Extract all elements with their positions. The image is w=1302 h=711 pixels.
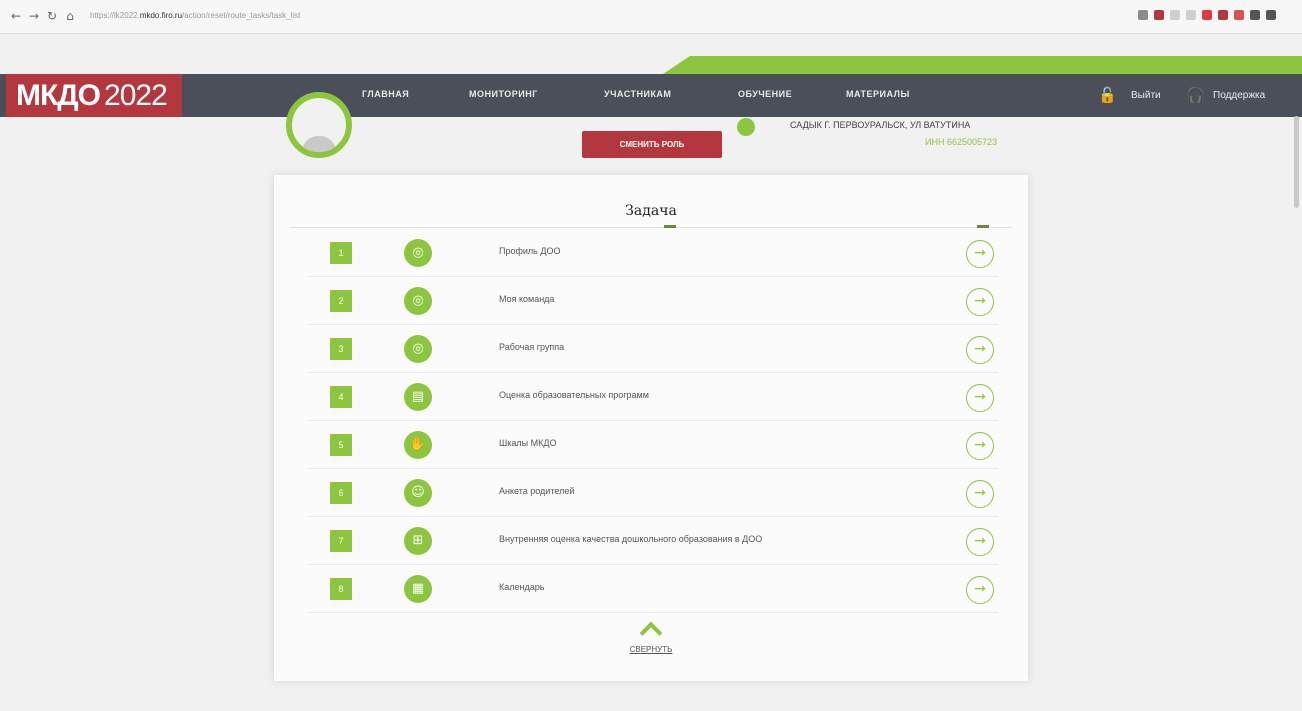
task-number: 8 <box>330 578 352 600</box>
divider <box>290 227 1012 228</box>
collapse-label: СВЕРНУТЬ <box>629 645 673 654</box>
url-path: /action/reset/route_tasks/task_list <box>182 11 301 20</box>
extension-icon[interactable] <box>1154 10 1164 20</box>
arrow-right-icon[interactable]: → <box>966 528 994 556</box>
arrow-right-icon[interactable]: → <box>966 288 994 316</box>
chevron-up-icon <box>639 621 663 645</box>
survey-icon: ☺ <box>404 479 432 507</box>
task-number: 3 <box>330 338 352 360</box>
green-stripe <box>660 56 1302 76</box>
task-label: Рабочая группа <box>499 342 565 352</box>
task-row[interactable]: 6 ☺ Анкета родителей → <box>308 469 998 517</box>
task-number: 4 <box>330 386 352 408</box>
task-number: 5 <box>330 434 352 456</box>
panel-title: Задача <box>625 203 677 219</box>
extension-icon[interactable] <box>1170 10 1180 20</box>
logout-link[interactable]: Выйти <box>1131 90 1161 101</box>
arrow-right-icon[interactable]: → <box>966 240 994 268</box>
arrow-right-icon[interactable]: → <box>966 480 994 508</box>
collapse-button[interactable]: СВЕРНУТЬ <box>598 621 704 661</box>
task-label: Анкета родителей <box>499 486 575 496</box>
arrow-right-icon[interactable]: → <box>966 576 994 604</box>
extension-icon[interactable] <box>1266 10 1276 20</box>
task-label: Оценка образовательных программ <box>499 390 649 400</box>
status-indicator <box>737 118 755 136</box>
scale-icon: ✋ <box>404 431 432 459</box>
task-row[interactable]: 4 ▤ Оценка образовательных программ → <box>308 373 998 421</box>
organization-name: САДЫК Г. ПЕРВОУРАЛЬСК, УЛ ВАТУТИНА <box>790 120 971 130</box>
home-icon[interactable]: ⌂ <box>62 8 78 24</box>
task-row[interactable]: 8 ▦ Календарь → <box>308 565 998 613</box>
profile-icon: ◎ <box>404 239 432 267</box>
organization-id: ИНН 6625005723 <box>925 137 998 147</box>
scrollbar[interactable] <box>1294 116 1299 208</box>
task-row[interactable]: 5 ✋ Шкалы МКДО → <box>308 421 998 469</box>
extension-icon[interactable] <box>1138 10 1148 20</box>
extension-icon[interactable] <box>1218 10 1228 20</box>
team-icon: ◎ <box>404 287 432 315</box>
task-label: Моя команда <box>499 294 555 304</box>
task-panel: Задача 1 ◎ Профиль ДОО → 2 ◎ Моя команда… <box>274 175 1028 681</box>
browser-toolbar: ← → ↻ ⌂ https://lk2022.mkdo.firo.ru/acti… <box>0 0 1302 34</box>
avatar <box>286 92 352 158</box>
url-prefix: https://lk2022. <box>90 11 140 20</box>
task-row[interactable]: 1 ◎ Профиль ДОО → <box>308 229 998 277</box>
arrow-right-icon[interactable]: → <box>966 432 994 460</box>
arrow-right-icon[interactable]: → <box>26 8 42 24</box>
menu-item-main[interactable]: ГЛАВНАЯ <box>362 89 409 99</box>
group-icon: ◎ <box>404 335 432 363</box>
task-label: Внутренняя оценка качества дошкольного о… <box>499 534 763 544</box>
document-icon: ▤ <box>404 383 432 411</box>
extension-icon[interactable] <box>1250 10 1260 20</box>
menu-item-participants[interactable]: УЧАСТНИКАМ <box>604 89 671 99</box>
menu-item-training[interactable]: ОБУЧЕНИЕ <box>738 89 792 99</box>
task-row[interactable]: 2 ◎ Моя команда → <box>308 277 998 325</box>
logo-year: 2022 <box>104 79 168 112</box>
address-bar[interactable]: https://lk2022.mkdo.firo.ru/action/reset… <box>90 9 300 23</box>
headset-icon[interactable]: 🎧 <box>1186 86 1205 104</box>
task-label: Шкалы МКДО <box>499 438 557 448</box>
arrow-right-icon[interactable]: → <box>966 384 994 412</box>
unlock-icon[interactable]: 🔓 <box>1098 86 1117 104</box>
logo-main: МКДО <box>16 79 101 112</box>
task-number: 2 <box>330 290 352 312</box>
extension-icon[interactable] <box>1234 10 1244 20</box>
reload-icon[interactable]: ↻ <box>44 8 60 24</box>
divider-marker <box>664 225 676 228</box>
task-label: Профиль ДОО <box>499 246 561 256</box>
evaluation-icon: ⊞ <box>404 527 432 555</box>
menu-item-materials[interactable]: МАТЕРИАЛЫ <box>846 89 910 99</box>
task-number: 1 <box>330 242 352 264</box>
divider-marker <box>977 225 989 228</box>
task-row[interactable]: 7 ⊞ Внутренняя оценка качества дошкольно… <box>308 517 998 565</box>
support-link[interactable]: Поддержка <box>1213 90 1265 101</box>
url-domain: mkdo.firo.ru <box>139 11 183 20</box>
arrow-right-icon[interactable]: → <box>966 336 994 364</box>
task-row[interactable]: 3 ◎ Рабочая группа → <box>308 325 998 373</box>
calendar-icon: ▦ <box>404 575 432 603</box>
extension-icon[interactable] <box>1202 10 1212 20</box>
task-number: 7 <box>330 530 352 552</box>
arrow-left-icon[interactable]: ← <box>8 8 24 24</box>
extension-icon[interactable] <box>1186 10 1196 20</box>
change-role-button[interactable]: СМЕНИТЬ РОЛЬ <box>582 131 722 158</box>
task-label: Календарь <box>499 582 545 592</box>
task-number: 6 <box>330 482 352 504</box>
menu-item-monitoring[interactable]: МОНИТОРИНГ <box>469 89 538 99</box>
logo[interactable]: МКДО 2022 <box>6 74 182 117</box>
